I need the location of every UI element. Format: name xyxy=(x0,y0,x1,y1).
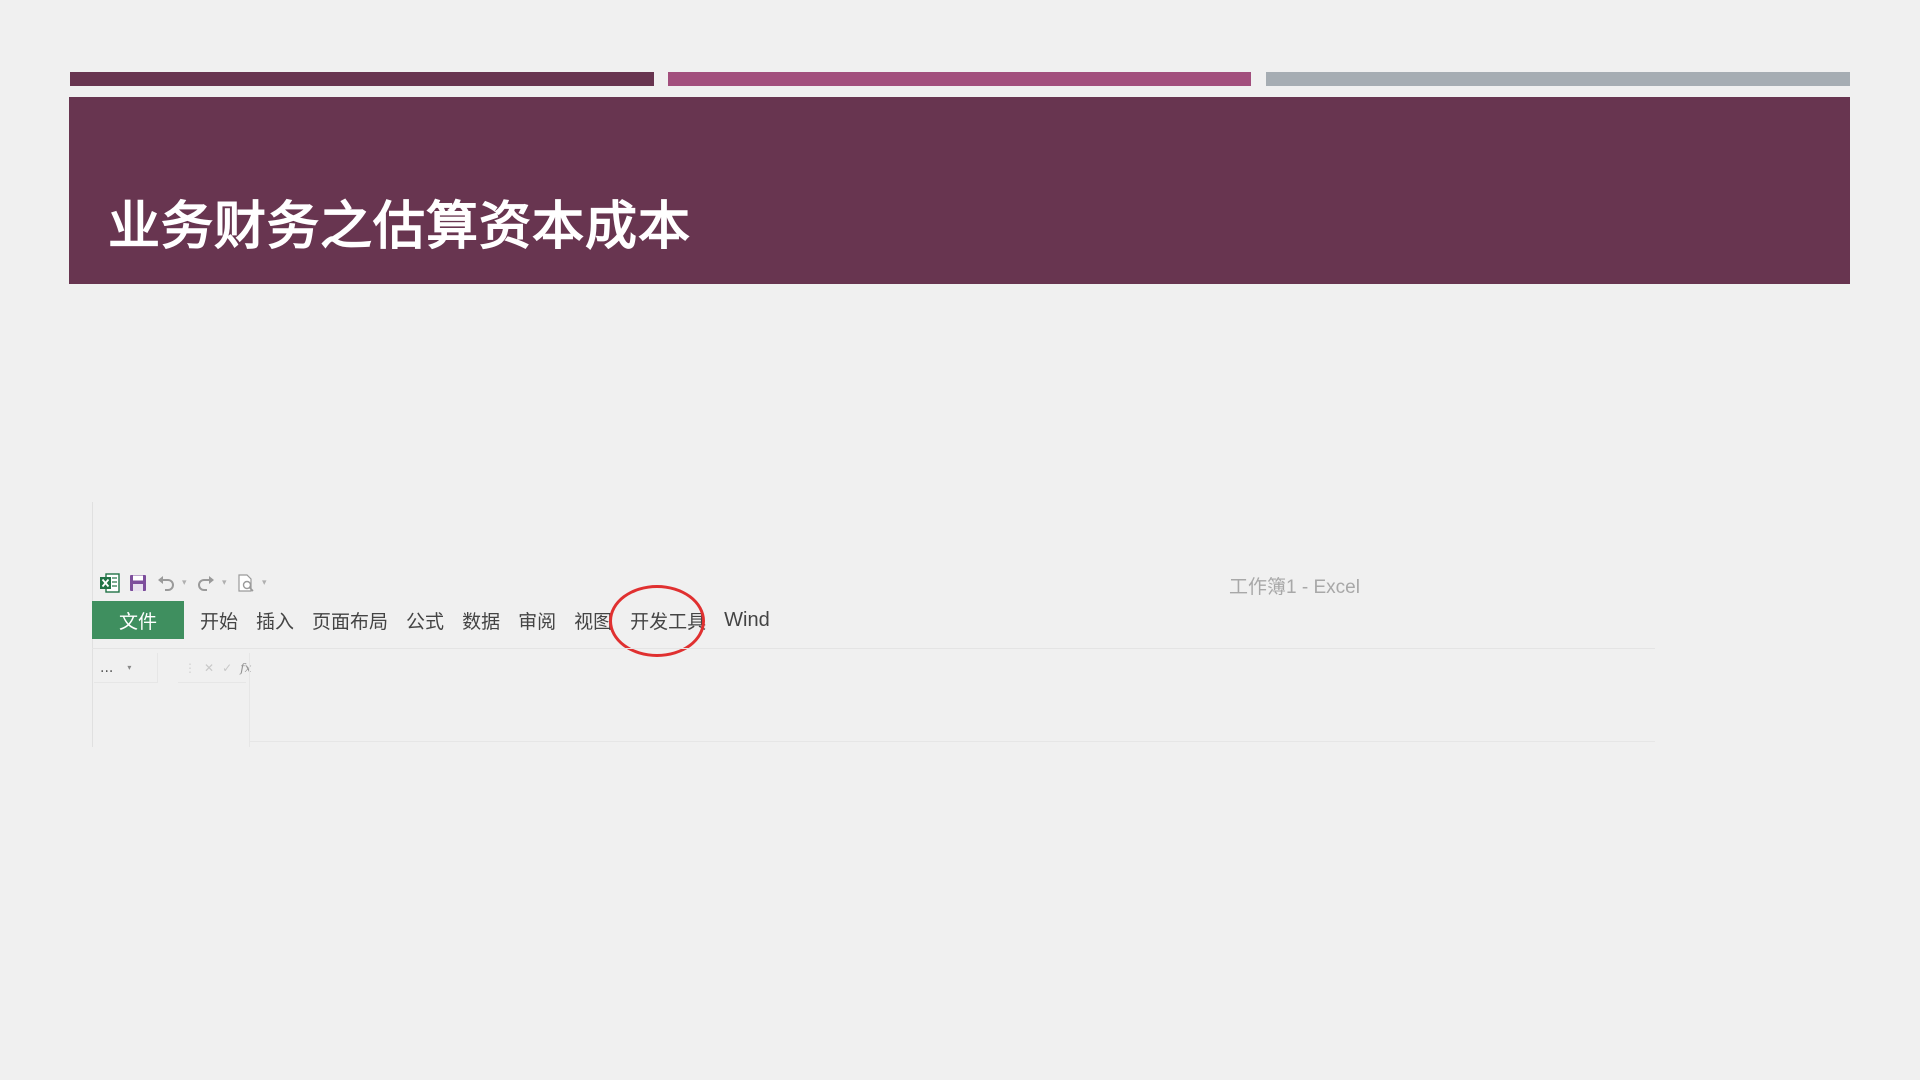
tab-formulas[interactable]: 公式 xyxy=(397,601,453,639)
save-icon[interactable] xyxy=(126,571,150,595)
window-title: 工作簿1 - Excel xyxy=(1229,577,1360,598)
print-preview-icon[interactable] xyxy=(234,571,258,595)
cancel-entry-icon[interactable]: ✕ xyxy=(204,661,214,675)
accent-stripe-left xyxy=(70,72,654,86)
tab-review[interactable]: 审阅 xyxy=(509,601,565,639)
tab-wind[interactable]: Wind xyxy=(715,601,779,639)
tab-home[interactable]: 开始 xyxy=(191,601,247,639)
formula-buttons: ⋮ ✕ ✓ fx xyxy=(178,653,251,683)
accent-stripe-right xyxy=(1266,72,1850,86)
ribbon-divider xyxy=(92,648,1655,649)
slide-title: 业务财务之估算资本成本 xyxy=(108,196,692,257)
grip-icon: ⋮ xyxy=(184,660,196,675)
excel-screenshot: ▾ ▾ ▾ 工作簿1 - Excel 文件 开始 插入 页面布局 公式 数据 审… xyxy=(92,502,1655,747)
formula-bar-input[interactable] xyxy=(249,741,1655,742)
redo-icon[interactable] xyxy=(194,571,218,595)
tab-data[interactable]: 数据 xyxy=(453,601,509,639)
tab-developer[interactable]: 开发工具 xyxy=(609,585,715,657)
quick-access-toolbar: ▾ ▾ ▾ xyxy=(98,570,270,596)
tab-file[interactable]: 文件 xyxy=(92,601,184,639)
tab-page-layout[interactable]: 页面布局 xyxy=(303,601,397,639)
name-box-value: ... xyxy=(100,659,114,676)
undo-icon[interactable] xyxy=(154,571,178,595)
customize-toolbar-icon[interactable]: ▾ xyxy=(262,578,270,588)
tab-insert[interactable]: 插入 xyxy=(247,601,303,639)
formula-bar-divider xyxy=(249,653,250,747)
name-box[interactable]: ... ▾ xyxy=(94,653,158,683)
ribbon-tab-bar: 文件 开始 插入 页面布局 公式 数据 审阅 视图 开发工具 Wind xyxy=(92,585,779,657)
tab-developer-label: 开发工具 xyxy=(630,610,707,633)
accent-stripe-middle xyxy=(668,72,1251,86)
excel-logo-icon xyxy=(98,571,122,595)
title-banner: 业务财务之估算资本成本 xyxy=(69,97,1850,284)
tab-view[interactable]: 视图 xyxy=(565,601,621,639)
confirm-entry-icon[interactable]: ✓ xyxy=(222,661,232,675)
undo-dropdown-icon[interactable]: ▾ xyxy=(182,578,190,588)
redo-dropdown-icon[interactable]: ▾ xyxy=(222,578,230,588)
name-box-dropdown-icon[interactable]: ▾ xyxy=(127,663,131,672)
